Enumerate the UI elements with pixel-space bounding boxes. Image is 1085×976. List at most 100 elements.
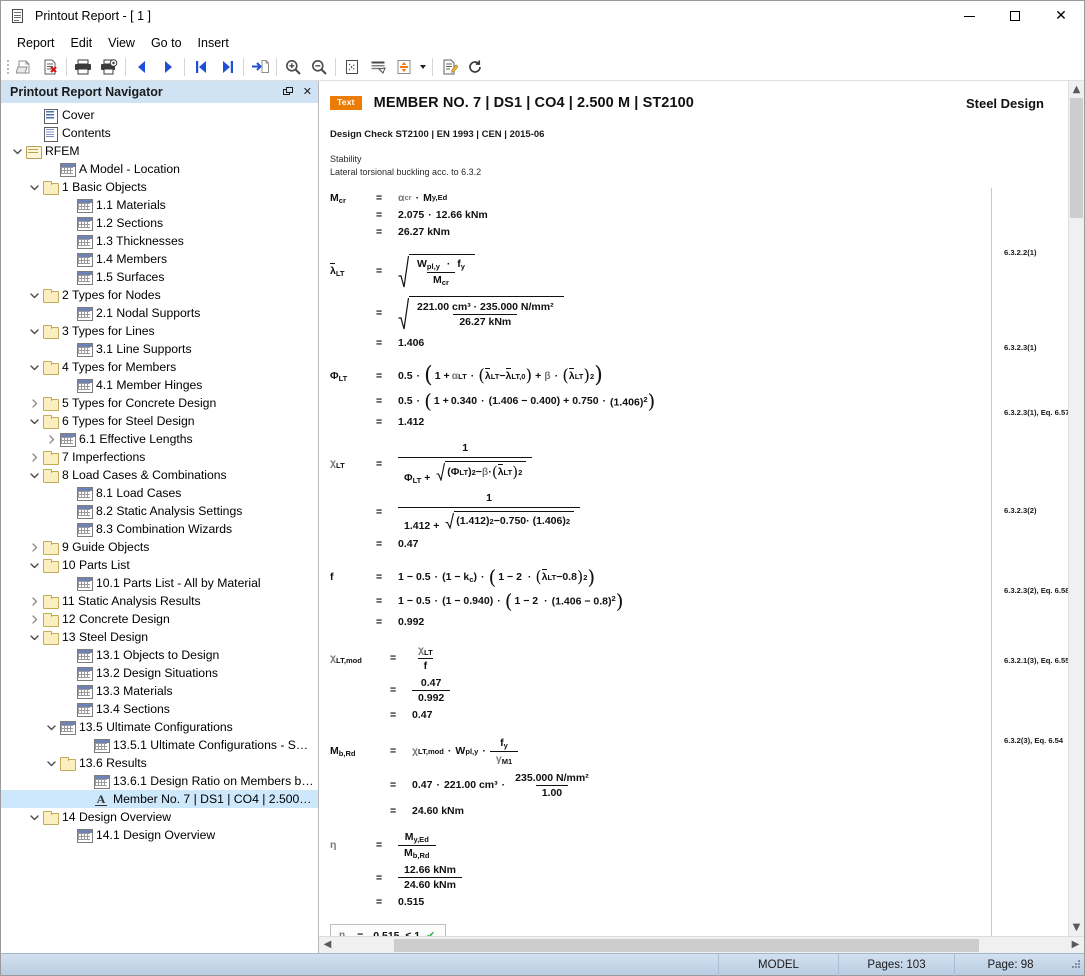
tree-item[interactable]: 5 Types for Concrete Design xyxy=(1,394,318,412)
tree-item[interactable]: 4.1 Member Hinges xyxy=(1,376,318,394)
document-horizontal-scrollbar[interactable]: ◀ ▶ xyxy=(319,936,1084,953)
vscroll-track[interactable] xyxy=(1069,98,1085,919)
next-page-icon[interactable] xyxy=(155,55,181,79)
tree-item[interactable]: 13.6.1 Design Ratio on Members by Member xyxy=(1,772,318,790)
chevron-down-icon[interactable] xyxy=(26,628,42,646)
tree-item[interactable]: 11 Static Analysis Results xyxy=(1,592,318,610)
tree-item[interactable]: 6 Types for Steel Design xyxy=(1,412,318,430)
tree-item[interactable]: 8.2 Static Analysis Settings xyxy=(1,502,318,520)
close-icon[interactable]: ✕ xyxy=(303,87,312,98)
zoom-out-icon[interactable] xyxy=(306,55,332,79)
tree-item[interactable]: 2 Types for Nodes xyxy=(1,286,318,304)
tree-item[interactable]: 3 Types for Lines xyxy=(1,322,318,340)
chevron-down-icon[interactable] xyxy=(26,466,42,484)
hscroll-thumb[interactable] xyxy=(394,939,979,952)
chevron-down-icon[interactable] xyxy=(26,412,42,430)
zoom-in-icon[interactable] xyxy=(280,55,306,79)
tree-item[interactable]: 13 Steel Design xyxy=(1,628,318,646)
chevron-down-icon[interactable] xyxy=(26,322,42,340)
adjust-dropdown-caret-icon[interactable] xyxy=(417,55,429,79)
delete-report-icon[interactable] xyxy=(37,55,63,79)
resize-grip[interactable] xyxy=(1066,958,1084,972)
chevron-right-icon[interactable] xyxy=(26,448,42,466)
tree-item[interactable]: Contents xyxy=(1,124,318,142)
tree-item[interactable]: Cover xyxy=(1,106,318,124)
tree-item[interactable]: 10.1 Parts List - All by Material xyxy=(1,574,318,592)
chevron-right-icon[interactable] xyxy=(26,538,42,556)
vscroll-thumb[interactable] xyxy=(1070,98,1083,218)
chevron-down-icon[interactable] xyxy=(26,358,42,376)
tree-item[interactable]: 7 Imperfections xyxy=(1,448,318,466)
chevron-down-icon[interactable] xyxy=(26,178,42,196)
menu-insert[interactable]: Insert xyxy=(190,34,237,52)
tree-item[interactable]: 9 Guide Objects xyxy=(1,538,318,556)
scroll-down-button[interactable]: ▼ xyxy=(1069,919,1085,936)
chevron-right-icon[interactable] xyxy=(26,610,42,628)
open-report-icon[interactable] xyxy=(11,55,37,79)
tree-item[interactable]: 14.1 Design Overview xyxy=(1,826,318,844)
result-equals: = xyxy=(345,930,373,936)
chevron-down-icon[interactable] xyxy=(26,556,42,574)
previous-page-icon[interactable] xyxy=(129,55,155,79)
tree-item[interactable]: 6.1 Effective Lengths xyxy=(1,430,318,448)
chevron-right-icon[interactable] xyxy=(26,394,42,412)
navigator-tree[interactable]: CoverContentsRFEMA Model - Location1 Bas… xyxy=(1,103,318,953)
first-page-icon[interactable] xyxy=(188,55,214,79)
tree-item[interactable]: 8.3 Combination Wizards xyxy=(1,520,318,538)
chevron-down-icon[interactable] xyxy=(26,286,42,304)
edit-report-icon[interactable] xyxy=(436,55,462,79)
tree-item[interactable]: 1.4 Members xyxy=(1,250,318,268)
maximize-button[interactable] xyxy=(992,1,1038,32)
scroll-up-button[interactable]: ▲ xyxy=(1069,81,1085,98)
chevron-down-icon[interactable] xyxy=(43,754,59,772)
tree-item[interactable]: 13.2 Design Situations xyxy=(1,664,318,682)
tree-item[interactable]: 13.4 Sections xyxy=(1,700,318,718)
close-button[interactable]: ✕ xyxy=(1038,1,1084,32)
tree-item[interactable]: A Model - Location xyxy=(1,160,318,178)
tree-item[interactable]: 1.1 Materials xyxy=(1,196,318,214)
tree-item[interactable]: 13.5 Ultimate Configurations xyxy=(1,718,318,736)
scroll-left-button[interactable]: ◀ xyxy=(319,937,336,954)
tree-item[interactable]: 2.1 Nodal Supports xyxy=(1,304,318,322)
tree-item[interactable]: 10 Parts List xyxy=(1,556,318,574)
tree-item[interactable]: RFEM xyxy=(1,142,318,160)
document-vertical-scrollbar[interactable]: ▲ ▼ xyxy=(1068,81,1084,936)
minimize-button[interactable] xyxy=(946,1,992,32)
tree-item[interactable]: 1 Basic Objects xyxy=(1,178,318,196)
fit-page-icon[interactable] xyxy=(339,55,365,79)
tree-item[interactable]: 12 Concrete Design xyxy=(1,610,318,628)
page-layout-icon[interactable] xyxy=(365,55,391,79)
tree-item[interactable]: 13.6 Results xyxy=(1,754,318,772)
last-page-icon[interactable] xyxy=(214,55,240,79)
refresh-icon[interactable] xyxy=(462,55,488,79)
tree-item[interactable]: Member No. 7 | DS1 | CO4 | 2.500 m | ST… xyxy=(1,790,318,808)
menu-view[interactable]: View xyxy=(100,34,143,52)
menu-goto[interactable]: Go to xyxy=(143,34,190,52)
tree-item[interactable]: 13.1 Objects to Design xyxy=(1,646,318,664)
wply-symbol: W xyxy=(417,258,427,270)
chevron-right-icon[interactable] xyxy=(26,592,42,610)
undock-icon[interactable] xyxy=(283,87,294,97)
menu-edit[interactable]: Edit xyxy=(63,34,101,52)
chevron-right-icon[interactable] xyxy=(43,430,59,448)
chevron-down-icon[interactable] xyxy=(9,142,25,160)
print-icon[interactable] xyxy=(70,55,96,79)
menu-report[interactable]: Report xyxy=(9,34,63,52)
scroll-right-button[interactable]: ▶ xyxy=(1067,937,1084,954)
adjust-icon[interactable] xyxy=(391,55,417,79)
tree-item[interactable]: 8 Load Cases & Combinations xyxy=(1,466,318,484)
tree-item[interactable]: 1.5 Surfaces xyxy=(1,268,318,286)
tree-item[interactable]: 1.3 Thicknesses xyxy=(1,232,318,250)
tree-item[interactable]: 13.5.1 Ultimate Configurations - Setting… xyxy=(1,736,318,754)
chevron-down-icon[interactable] xyxy=(43,718,59,736)
tree-item[interactable]: 13.3 Materials xyxy=(1,682,318,700)
tree-item[interactable]: 3.1 Line Supports xyxy=(1,340,318,358)
print-settings-icon[interactable] xyxy=(96,55,122,79)
go-to-page-icon[interactable] xyxy=(247,55,273,79)
chevron-down-icon[interactable] xyxy=(26,808,42,826)
tree-item[interactable]: 1.2 Sections xyxy=(1,214,318,232)
tree-item[interactable]: 4 Types for Members xyxy=(1,358,318,376)
hscroll-track[interactable] xyxy=(336,938,1067,953)
tree-item[interactable]: 14 Design Overview xyxy=(1,808,318,826)
tree-item[interactable]: 8.1 Load Cases xyxy=(1,484,318,502)
